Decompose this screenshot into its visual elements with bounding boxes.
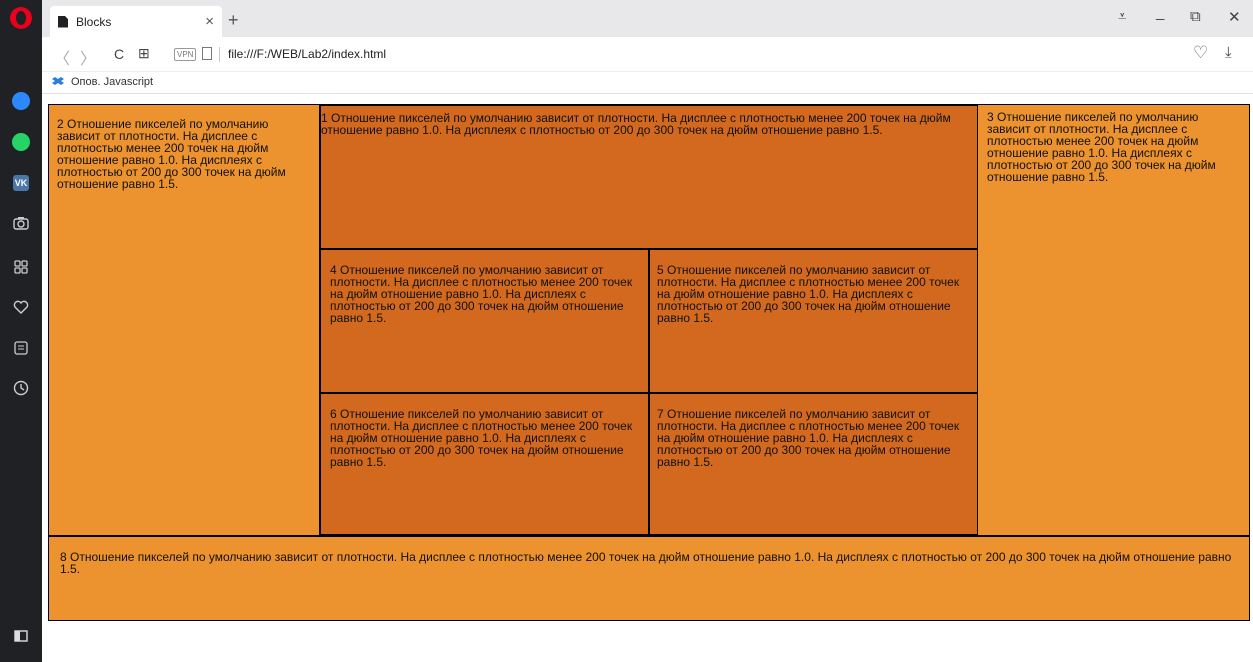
page-content: 2 Отношение пикселей по умолчанию зависи… bbox=[42, 95, 1253, 662]
sidebar-toggle-icon[interactable] bbox=[11, 626, 31, 646]
bookmark-heart-icon[interactable]: ♡ bbox=[1193, 43, 1208, 63]
block-6: 6 Отношение пикселей по умолчанию зависи… bbox=[319, 392, 650, 536]
bookmark-item[interactable]: Опов. Javascript bbox=[52, 76, 153, 88]
block-3: 3 Отношение пикселей по умолчанию зависи… bbox=[977, 104, 1250, 536]
dropbox-icon bbox=[52, 77, 64, 85]
heart-icon[interactable] bbox=[11, 297, 31, 317]
vk-icon[interactable]: VK bbox=[11, 173, 31, 193]
opera-logo-icon[interactable] bbox=[10, 7, 32, 29]
opera-sidebar: VK bbox=[0, 0, 42, 662]
block-4: 4 Отношение пикселей по умолчанию зависи… bbox=[319, 248, 650, 394]
url-field[interactable]: file:///F:/WEB/Lab2/index.html bbox=[228, 47, 386, 61]
vpn-badge[interactable]: VPN bbox=[174, 48, 197, 61]
history-icon[interactable] bbox=[11, 378, 31, 398]
block-5: 5 Отношение пикселей по умолчанию зависи… bbox=[648, 248, 979, 394]
reload-button[interactable]: C bbox=[114, 46, 124, 62]
close-tab-icon[interactable]: × bbox=[205, 13, 214, 30]
back-button[interactable]: 〈 bbox=[54, 45, 70, 69]
address-bar: 〈 〉 C ⊞ VPN file:///F:/WEB/Lab2/index.ht… bbox=[42, 37, 1253, 72]
vk-icon-label: VK bbox=[13, 175, 29, 191]
messenger-icon[interactable] bbox=[11, 91, 31, 111]
tab-blocks[interactable]: Blocks × bbox=[50, 6, 222, 37]
blocks-layout: 2 Отношение пикселей по умолчанию зависи… bbox=[48, 104, 1250, 621]
page-icon bbox=[202, 47, 212, 60]
tab-title: Blocks bbox=[76, 14, 112, 29]
news-icon[interactable] bbox=[11, 338, 31, 358]
easy-setup-icon[interactable]: ⩡ bbox=[1118, 8, 1126, 25]
speed-dial-button[interactable]: ⊞ bbox=[138, 45, 150, 62]
block-2: 2 Отношение пикселей по умолчанию зависи… bbox=[48, 104, 320, 536]
url-separator bbox=[219, 47, 220, 62]
bookmark-label: Опов. Javascript bbox=[71, 76, 154, 88]
restore-button[interactable]: ⧉ bbox=[1190, 8, 1201, 25]
bookmarks-bar: Опов. Javascript bbox=[42, 72, 1253, 94]
new-tab-button[interactable]: + bbox=[228, 10, 239, 31]
tab-bar: Blocks × + ⩡ _ ⧉ ✕ bbox=[42, 0, 1253, 37]
block-1: 1 Отношение пикселей по умолчанию зависи… bbox=[319, 104, 979, 250]
speed-dial-icon[interactable] bbox=[11, 257, 31, 277]
document-icon bbox=[58, 15, 68, 28]
whatsapp-icon[interactable] bbox=[11, 132, 31, 152]
block-8: 8 Отношение пикселей по умолчанию зависи… bbox=[48, 535, 1250, 621]
minimize-button[interactable]: _ bbox=[1156, 4, 1164, 21]
camera-icon[interactable] bbox=[11, 213, 31, 233]
forward-button[interactable]: 〉 bbox=[80, 45, 96, 69]
close-window-button[interactable]: ✕ bbox=[1228, 8, 1241, 26]
download-icon[interactable]: ⤓ bbox=[1225, 44, 1232, 61]
block-7: 7 Отношение пикселей по умолчанию зависи… bbox=[648, 392, 979, 536]
